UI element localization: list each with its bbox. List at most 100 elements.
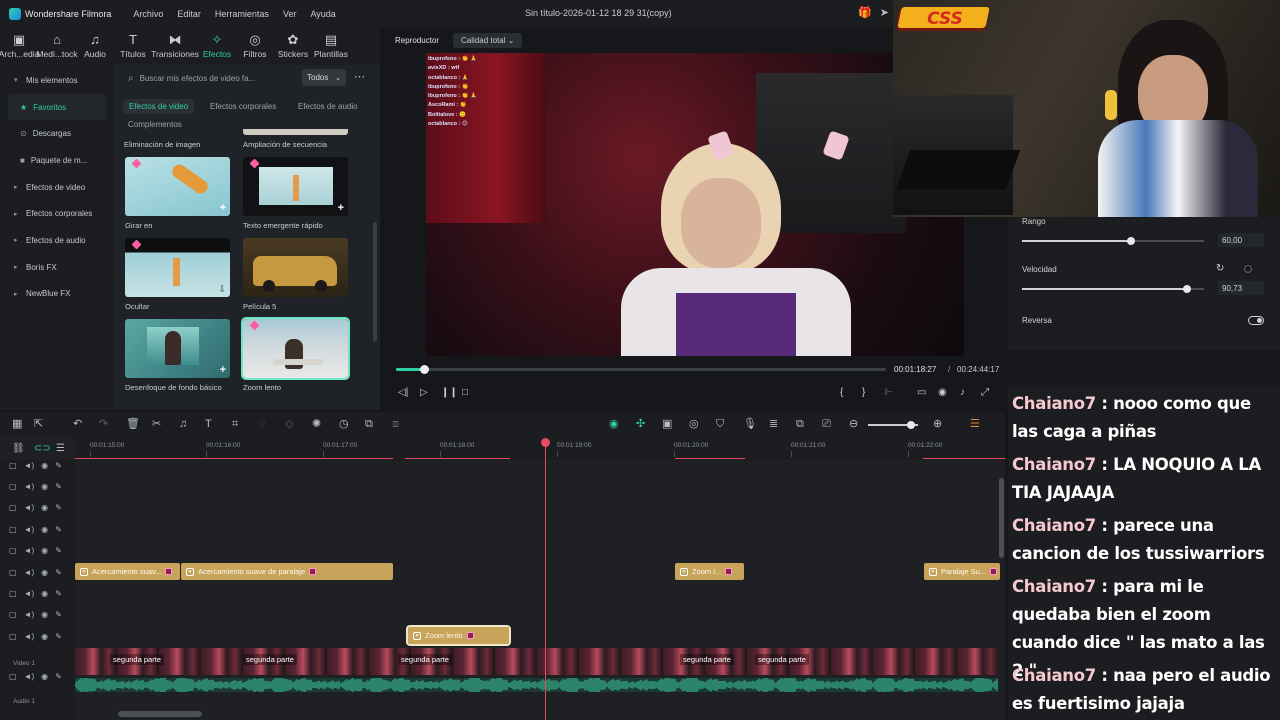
snap-icon[interactable]: ✣ — [636, 419, 645, 430]
eye-icon[interactable]: ◉ — [41, 610, 48, 619]
menu-editar[interactable]: Editar — [177, 9, 201, 19]
reset-icon[interactable]: ↻ — [1216, 263, 1224, 274]
folder-icon[interactable]: ▢ — [9, 525, 17, 534]
effect-card-ocultar[interactable]: ⇩ Ocultar — [125, 238, 230, 311]
color-icon[interactable]: ◇ — [285, 419, 293, 430]
track-settings-icon[interactable]: ☰ — [970, 419, 980, 430]
volume-icon[interactable]: ♪ — [960, 387, 965, 398]
player-tab[interactable]: Reproductor — [395, 36, 439, 45]
speaker-icon[interactable]: ◄) — [24, 568, 35, 577]
sidebar-item-mis-elementos[interactable]: ▾ Mis elementos — [0, 67, 114, 94]
lock-icon[interactable]: ✎ — [55, 525, 62, 534]
speed-icon[interactable]: ◷ — [339, 419, 349, 430]
timeline-horizontal-scrollbar[interactable] — [118, 711, 202, 717]
speaker-icon[interactable]: ◄) — [24, 589, 35, 598]
filter-dropdown[interactable]: Todos ⌄ — [302, 69, 346, 86]
progress-knob[interactable] — [419, 365, 429, 374]
eye-icon[interactable]: ◉ — [41, 589, 48, 598]
folder-icon[interactable]: ▢ — [9, 632, 17, 641]
speaker-icon[interactable]: ◄) — [24, 461, 35, 470]
step-back-icon[interactable]: ◁| — [398, 387, 408, 398]
lock-icon[interactable]: ✎ — [55, 482, 62, 491]
lock-icon[interactable]: ✎ — [55, 461, 62, 470]
layout-icon[interactable]: ▦ — [12, 419, 22, 430]
add-track-icon[interactable]: ☰ — [56, 443, 65, 454]
folder-icon[interactable]: ▢ — [9, 461, 17, 470]
speaker-icon[interactable]: ◄) — [24, 546, 35, 555]
sidebar-item-descargas[interactable]: ⊙ Descargas — [0, 120, 114, 147]
lock-icon[interactable]: ✎ — [55, 546, 62, 555]
lock-icon[interactable]: ✎ — [55, 632, 62, 641]
copy-icon[interactable]: ⧉ — [796, 419, 804, 430]
speaker-icon[interactable]: ◄) — [24, 672, 35, 681]
effect-clip[interactable]: ✦ Paralaje Su... — [924, 563, 1000, 580]
eye-icon[interactable]: ◉ — [41, 546, 48, 555]
effect-card-girar-en[interactable]: + Girar en — [125, 157, 230, 230]
sidebar-item-boris-fx[interactable]: ▸ Boris FX — [0, 254, 114, 281]
select-tool-icon[interactable]: ⇱ — [34, 419, 43, 430]
effect-clip-zoom-lento[interactable]: ✦ Zoom lento — [406, 625, 511, 646]
mark-in-icon[interactable]: { — [840, 387, 843, 398]
menu-herramientas[interactable]: Herramientas — [215, 9, 269, 19]
sidebar-item-paquete[interactable]: ■ Paquete de m... — [0, 147, 114, 174]
lock-icon[interactable]: ✎ — [55, 589, 62, 598]
mask-icon[interactable]: ◌ — [259, 419, 266, 430]
lock-icon[interactable]: ✎ — [55, 568, 62, 577]
menu-archivo[interactable]: Archivo — [133, 9, 163, 19]
velocidad-slider[interactable] — [1022, 285, 1204, 293]
pause-icon[interactable]: ❙❙ — [441, 387, 458, 398]
timeline-ruler[interactable]: 00:01:15:00 00:01:16:00 00:01:17:00 00:0… — [75, 438, 1005, 460]
effect-card-zoom-lento[interactable]: Zoom lento — [241, 317, 350, 392]
effect-card-texto-emergente[interactable]: + Texto emergente rápido — [243, 157, 348, 230]
add-icon[interactable]: + — [338, 202, 344, 214]
folder-icon[interactable]: ▢ — [9, 610, 17, 619]
rango-value-field[interactable]: 60,00 — [1218, 233, 1264, 247]
speaker-icon[interactable]: ◄) — [24, 632, 35, 641]
media-icon[interactable]: ▣ — [662, 419, 672, 430]
velocidad-slider-knob[interactable] — [1183, 285, 1192, 293]
folder-icon[interactable]: ▢ — [9, 546, 17, 555]
fullscreen-icon[interactable]: ⤢ — [981, 387, 989, 398]
lock-icon[interactable]: ✎ — [55, 503, 62, 512]
microphone-icon[interactable]: 🎙 — [743, 419, 757, 430]
menu-ver[interactable]: Ver — [283, 9, 297, 19]
keyframe-icon[interactable] — [1244, 265, 1252, 273]
zoom-out-icon[interactable]: ⊖ — [849, 419, 858, 430]
auto-reframe-icon[interactable]: ◎ — [689, 419, 699, 430]
folder-icon[interactable]: ▢ — [9, 482, 17, 491]
folder-icon[interactable]: ▢ — [9, 672, 17, 681]
link-icon[interactable]: ⛓ — [12, 443, 25, 454]
eye-icon[interactable]: ◉ — [41, 482, 48, 491]
undo-icon[interactable]: ↶ — [73, 419, 82, 430]
eye-icon[interactable]: ◉ — [41, 632, 48, 641]
playhead-handle[interactable] — [541, 438, 550, 447]
clip-marker-icon[interactable]: ⊩ — [884, 387, 893, 398]
effect-card-desenfoque-fondo[interactable]: + Desenfoque de fondo básico — [125, 319, 230, 392]
display-icon[interactable]: ▭ — [917, 387, 926, 398]
crop-icon[interactable]: ⌗ — [232, 419, 238, 430]
lock-icon[interactable]: ✎ — [55, 672, 62, 681]
tab-efectos-video[interactable]: Efectos de video — [123, 99, 195, 114]
sidebar-item-efectos-corporales[interactable]: ▸ Efectos corporales — [0, 200, 114, 227]
tool-audio[interactable]: ♫ Audio — [76, 27, 114, 65]
timeline-zoom-knob[interactable] — [907, 421, 915, 429]
gift-icon[interactable]: 🎁 — [858, 6, 872, 19]
stop-icon[interactable]: □ — [462, 387, 468, 398]
voiceover-icon[interactable]: ≣ — [769, 419, 778, 430]
sidebar-item-efectos-audio[interactable]: ▸ Efectos de audio — [0, 227, 114, 254]
ai-icon[interactable]: ✺ — [312, 419, 321, 430]
tool-stock-media[interactable]: ⌂ Medi...tock — [36, 27, 77, 65]
delete-icon[interactable]: 🗑 — [126, 419, 140, 430]
playhead-line[interactable] — [545, 442, 546, 720]
tool-media[interactable]: ▣ Arch...edia — [0, 27, 39, 65]
render-icon[interactable]: ◉ — [609, 419, 619, 430]
timeline-vertical-scrollbar[interactable] — [999, 478, 1004, 558]
rango-slider[interactable] — [1022, 237, 1204, 245]
sidebar-item-newblue-fx[interactable]: ▸ NewBlue FX — [0, 281, 114, 308]
playback-progress[interactable] — [396, 365, 886, 374]
tool-effects[interactable]: ✧ Efectos — [198, 27, 236, 65]
effect-clip[interactable]: ✦ Acercamiento suave de paralaje — [181, 563, 393, 580]
tool-templates[interactable]: ▤ Plantillas — [312, 27, 350, 65]
sidebar-item-favoritos[interactable]: ★ Favoritos — [8, 93, 106, 121]
group-icon[interactable]: ⧈ — [392, 419, 399, 430]
